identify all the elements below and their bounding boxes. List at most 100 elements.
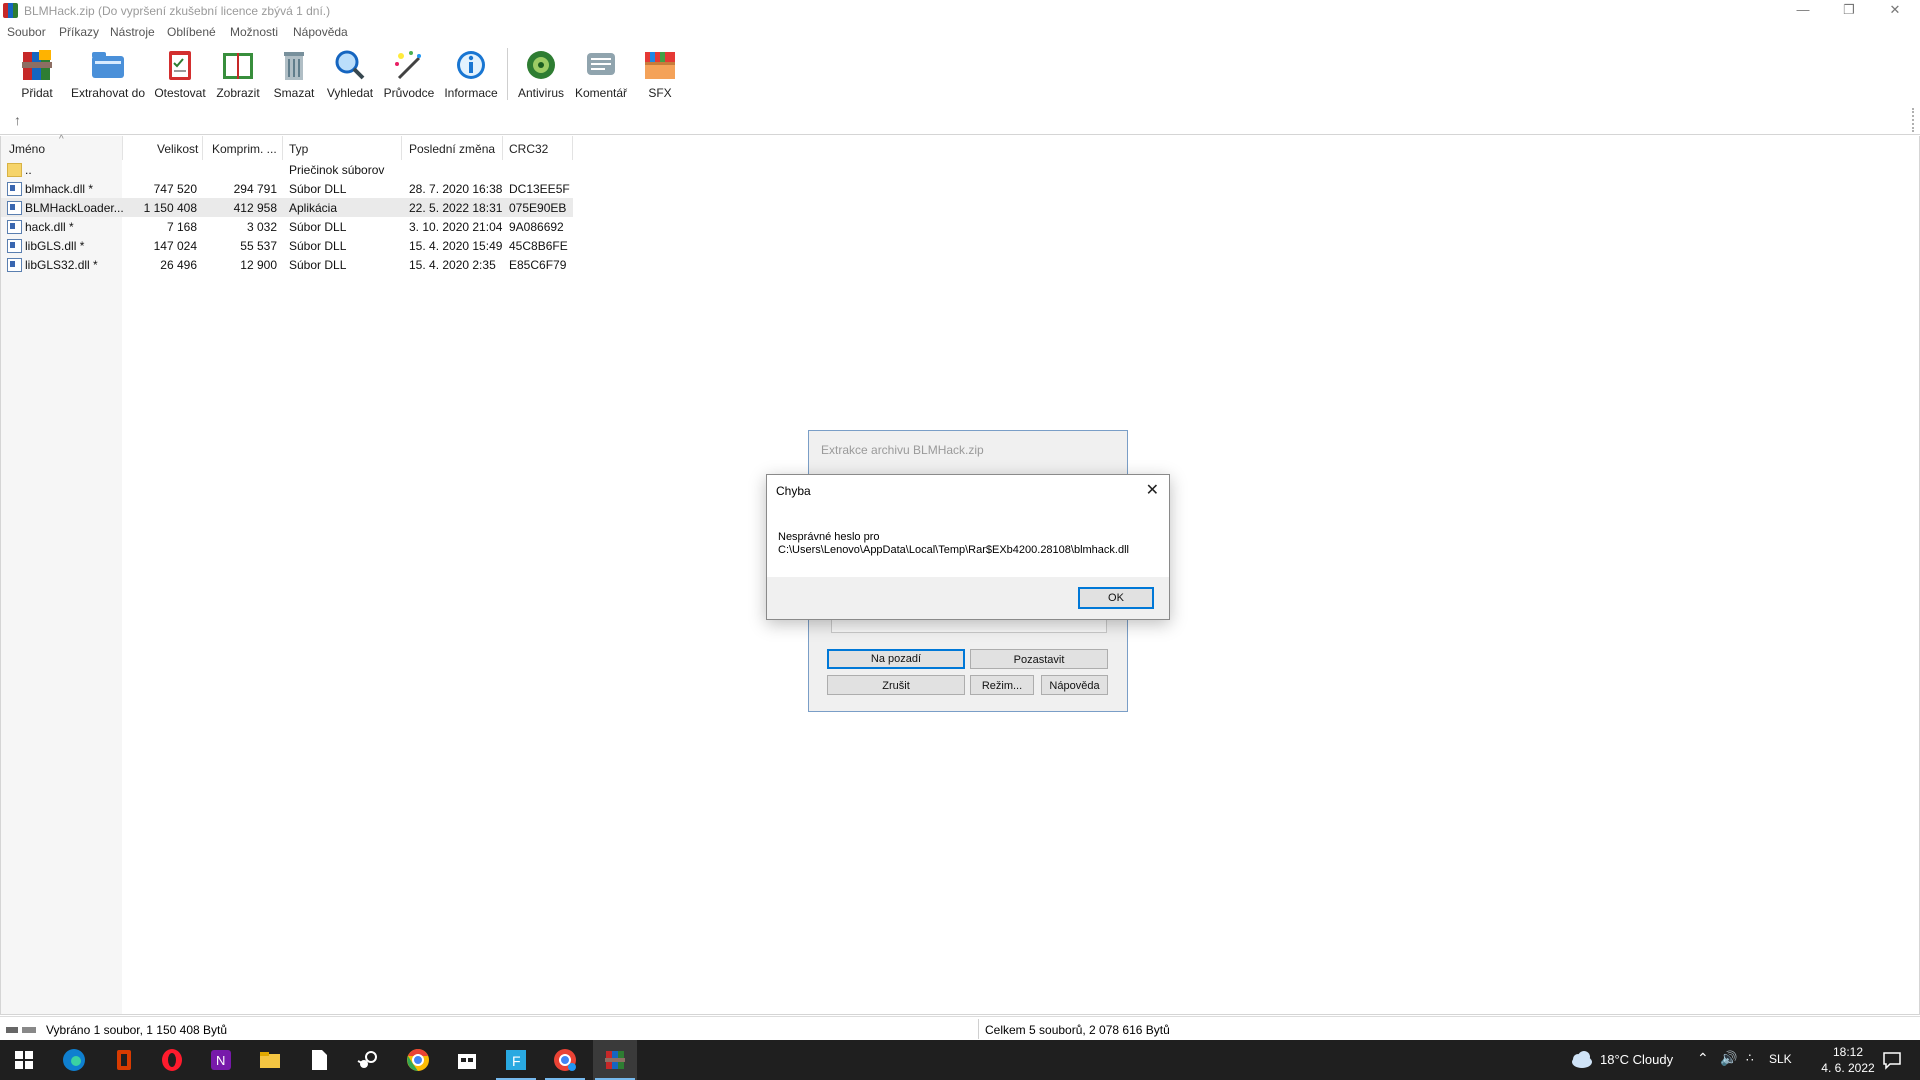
- chrome-icon[interactable]: [406, 1048, 430, 1072]
- app-f-icon[interactable]: F: [504, 1048, 528, 1072]
- menu-nastroje[interactable]: Nástroje: [110, 25, 155, 39]
- table-row[interactable]: libGLS32.dll * 26 496 12 900 Súbor DLL 1…: [1, 255, 573, 274]
- opera-icon[interactable]: [160, 1048, 184, 1072]
- toolbar-view-button[interactable]: Zobrazit: [214, 48, 262, 100]
- svg-text:N: N: [216, 1053, 225, 1068]
- steam-icon[interactable]: [356, 1048, 380, 1072]
- status-selection: Vybráno 1 soubor, 1 150 408 Bytů: [46, 1023, 228, 1037]
- toolbar-comment-button[interactable]: Komentář: [574, 48, 628, 100]
- wizard-wand-icon: [391, 48, 427, 82]
- ok-button[interactable]: OK: [1078, 587, 1154, 609]
- office-icon[interactable]: [112, 1048, 136, 1072]
- toolbar-grip[interactable]: [1912, 108, 1916, 132]
- col-divider[interactable]: [122, 136, 123, 160]
- weather-text[interactable]: 18°C Cloudy: [1600, 1052, 1673, 1067]
- restore-button[interactable]: ❐: [1826, 0, 1872, 22]
- menu-bar: Soubor Příkazy Nástroje Oblíbené Možnost…: [0, 22, 1920, 42]
- store-icon[interactable]: [455, 1048, 479, 1072]
- col-divider[interactable]: [572, 136, 573, 160]
- error-dialog: Chyba ✕ Nesprávné heslo pro C:\Users\Len…: [766, 474, 1170, 620]
- toolbar-antivirus-button[interactable]: Antivirus: [516, 48, 566, 100]
- col-header-crc[interactable]: CRC32: [509, 142, 548, 156]
- minimize-button[interactable]: —: [1780, 0, 1826, 22]
- help-button[interactable]: Nápověda: [1041, 675, 1108, 695]
- antivirus-icon: [523, 48, 559, 82]
- cancel-button[interactable]: Zrušit: [827, 675, 965, 695]
- col-divider[interactable]: [202, 136, 203, 160]
- col-divider[interactable]: [401, 136, 402, 160]
- menu-prikazy[interactable]: Příkazy: [59, 25, 99, 39]
- view-book-icon: [220, 48, 256, 82]
- cloud-weather-icon[interactable]: [1568, 1048, 1594, 1072]
- add-archive-icon: [19, 48, 55, 82]
- toolbar-sfx-button[interactable]: SFX: [640, 48, 680, 100]
- file-explorer-icon[interactable]: [258, 1048, 282, 1072]
- table-row[interactable]: blmhack.dll * 747 520 294 791 Súbor DLL …: [1, 179, 573, 198]
- mode-button[interactable]: Režim...: [970, 675, 1034, 695]
- clock-date[interactable]: 4. 6. 2022: [1806, 1061, 1890, 1075]
- error-message: Nesprávné heslo pro C:\Users\Lenovo\AppD…: [778, 531, 1129, 556]
- col-divider[interactable]: [502, 136, 503, 160]
- dll-file-icon: [7, 220, 22, 234]
- table-row[interactable]: hack.dll * 7 168 3 032 Súbor DLL 3. 10. …: [1, 217, 573, 236]
- folder-icon: [7, 163, 22, 177]
- menu-oblibene[interactable]: Oblíbené: [167, 25, 216, 39]
- toolbar: Přidat Extrahovat do Otestovat Zobrazit …: [0, 44, 1920, 104]
- toolbar-find-button[interactable]: Vyhledat: [325, 48, 375, 100]
- toolbar-test-button[interactable]: Otestovat: [153, 48, 207, 100]
- search-magnifier-icon: [332, 48, 368, 82]
- volume-icon[interactable]: 🔊: [1720, 1050, 1737, 1067]
- language-indicator[interactable]: SLK: [1769, 1052, 1792, 1066]
- extraction-dialog-title: Extrakce archivu BLMHack.zip: [821, 443, 984, 457]
- col-header-name[interactable]: Jméno: [9, 142, 45, 156]
- chrome-profile-icon[interactable]: [553, 1048, 577, 1072]
- winrar-taskbar-icon[interactable]: [603, 1048, 627, 1072]
- title-bar: BLMHack.zip (Do vypršení zkušební licenc…: [0, 0, 1920, 22]
- extraction-progress-bar: [831, 619, 1107, 633]
- table-row-selected[interactable]: BLMHackLoader... 1 150 408 412 958 Aplik…: [1, 198, 573, 217]
- info-icon: [453, 48, 489, 82]
- background-button[interactable]: Na pozadí: [827, 649, 965, 669]
- status-total: Celkem 5 souborů, 2 078 616 Bytů: [985, 1023, 1170, 1037]
- onenote-icon[interactable]: N: [209, 1048, 233, 1072]
- chevron-up-icon[interactable]: ⌃: [1697, 1050, 1709, 1067]
- col-divider[interactable]: [282, 136, 283, 160]
- sfx-box-icon: [642, 48, 678, 82]
- col-header-size[interactable]: Velikost: [157, 142, 198, 156]
- close-icon[interactable]: ✕: [1146, 480, 1159, 500]
- menu-napoveda[interactable]: Nápověda: [293, 25, 348, 39]
- comment-icon: [583, 48, 619, 82]
- col-header-type[interactable]: Typ: [289, 142, 308, 156]
- error-dialog-footer: OK: [767, 577, 1169, 619]
- windows-start-icon[interactable]: [12, 1048, 36, 1072]
- toolbar-separator: [507, 48, 508, 100]
- clock-time[interactable]: 18:12: [1820, 1045, 1876, 1059]
- up-arrow-icon[interactable]: ↑: [14, 112, 21, 128]
- drive-icon: [6, 1025, 38, 1033]
- menu-soubor[interactable]: Soubor: [7, 25, 46, 39]
- winrar-app-icon: [3, 3, 18, 18]
- toolbar-add-button[interactable]: Přidat: [17, 48, 57, 100]
- document-icon[interactable]: [307, 1048, 331, 1072]
- path-bar: ↑: [0, 106, 1920, 135]
- table-row-parent[interactable]: .. Priečinok súborov: [1, 160, 573, 179]
- network-icon[interactable]: ∴: [1746, 1051, 1754, 1065]
- toolbar-delete-button[interactable]: Smazat: [271, 48, 317, 100]
- taskbar: N F 18°C Cloudy ⌃ 🔊 ∴ SLK 18:12 4. 6. 20…: [0, 1040, 1920, 1080]
- edge-icon[interactable]: [62, 1048, 86, 1072]
- toolbar-wizard-button[interactable]: Průvodce: [382, 48, 436, 100]
- table-row[interactable]: libGLS.dll * 147 024 55 537 Súbor DLL 15…: [1, 236, 573, 255]
- pause-button[interactable]: Pozastavit: [970, 649, 1108, 669]
- dll-file-icon: [7, 182, 22, 196]
- close-window-button[interactable]: ✕: [1872, 0, 1918, 22]
- notification-icon[interactable]: [1880, 1048, 1904, 1072]
- toolbar-info-button[interactable]: Informace: [443, 48, 499, 100]
- svg-text:F: F: [512, 1053, 521, 1069]
- toolbar-extract-button[interactable]: Extrahovat do: [70, 48, 146, 100]
- menu-moznosti[interactable]: Možnosti: [230, 25, 278, 39]
- window-title: BLMHack.zip (Do vypršení zkušební licenc…: [24, 4, 331, 18]
- col-header-packed[interactable]: Komprim. ...: [212, 142, 277, 156]
- trash-icon: [276, 48, 312, 82]
- col-header-modified[interactable]: Poslední změna: [409, 142, 495, 156]
- app-file-icon: [7, 201, 22, 215]
